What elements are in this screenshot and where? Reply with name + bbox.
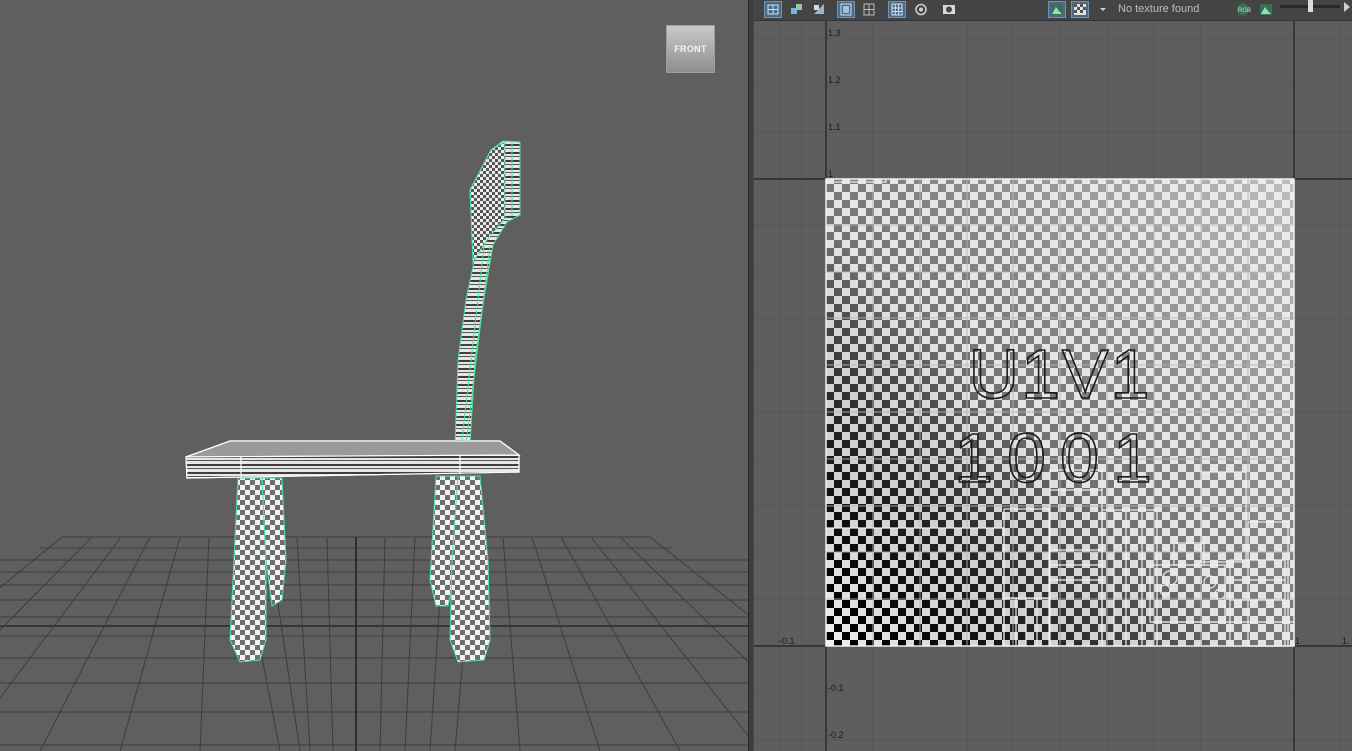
display-image-icon[interactable] [1048, 1, 1066, 18]
shell-select-icon[interactable] [787, 1, 805, 18]
chair-backrest [454, 140, 521, 447]
texture-status-text: No texture found [1118, 3, 1200, 15]
svg-text:RGB: RGB [1238, 8, 1251, 14]
checker-tile-icon[interactable] [1071, 1, 1089, 18]
uv-toolbar: No texture found RGB [754, 0, 1352, 21]
exposure-slider-handle[interactable] [1308, 0, 1313, 12]
axis-label-v-neg-0-2: -0.2 [828, 730, 844, 740]
toolbar-overflow-arrow-icon[interactable] [1342, 0, 1352, 14]
axis-label-v-1: 1 [828, 169, 834, 179]
ground-grid [0, 536, 748, 751]
distortion-icon[interactable] [912, 1, 930, 18]
chair-seat [185, 440, 521, 479]
chevron-down-icon[interactable] [1097, 1, 1109, 18]
view-cube-label: FRONT [674, 44, 707, 54]
axis-label-v-1-3: 1.3 [828, 28, 841, 38]
grid-uv-icon[interactable] [764, 1, 782, 18]
axis-label-v-1-1: 1.1 [828, 122, 841, 132]
uv-editor-panel[interactable]: No texture found RGB U1V1 1001 1.3 1.2 1… [754, 0, 1352, 751]
uv-shade-icon[interactable] [810, 1, 828, 18]
uv-tile-label-line2: 1001 [954, 419, 1166, 497]
rgb-channel-icon[interactable]: RGB [1234, 1, 1252, 18]
uv-canvas[interactable]: U1V1 1001 [754, 0, 1352, 751]
camera-snapshot-icon[interactable] [940, 1, 958, 18]
grid-toggle-icon[interactable] [860, 1, 878, 18]
alpha-image-icon[interactable] [1257, 1, 1275, 18]
axis-label-v-1-2: 1.2 [828, 75, 841, 85]
image-frame-icon[interactable] [837, 1, 855, 18]
axis-label-v-neg-0-1: -0.1 [828, 683, 844, 693]
pixel-snap-icon[interactable] [888, 1, 906, 18]
viewport-scene [0, 140, 748, 751]
axis-label-u-neg-0-1: -0.1 [779, 636, 795, 646]
uv-tile-label-line1: U1V1 [968, 335, 1151, 413]
axis-label-u-1: 1 [1295, 636, 1301, 646]
axis-label-u-1-1: 1. [1342, 636, 1350, 646]
perspective-viewport[interactable]: FRONT [0, 0, 748, 751]
chair-legs [229, 475, 491, 663]
view-cube-front[interactable]: FRONT [666, 25, 715, 73]
